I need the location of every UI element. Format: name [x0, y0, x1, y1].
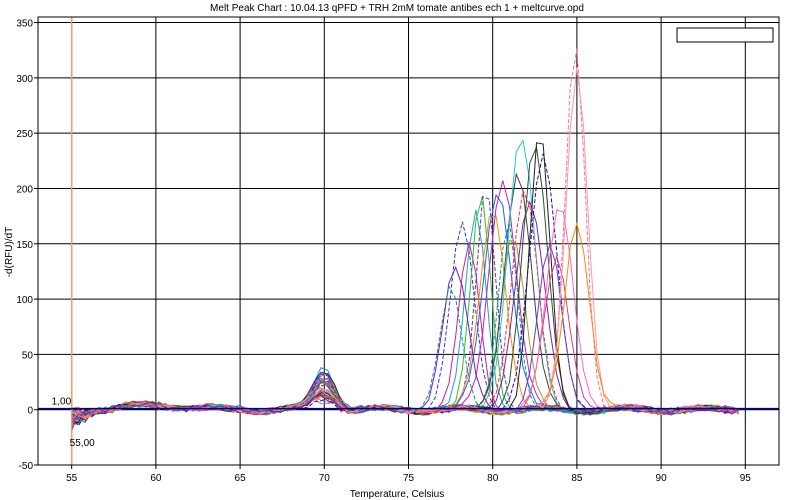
grid [38, 17, 779, 466]
series-line-peak [71, 285, 739, 419]
series-line-peak [71, 139, 739, 420]
series-line-peak [71, 193, 739, 416]
series-line-baseline [71, 378, 739, 421]
series-line-peak [71, 221, 739, 426]
series-line-peak [71, 67, 739, 419]
series-line-peak [71, 242, 739, 421]
series-line-peak [71, 209, 739, 419]
series-line-peak [71, 188, 739, 423]
x-tick-label: 75 [403, 473, 415, 484]
chart-title: Melt Peak Chart : 10.04.13 qPFD + TRH 2m… [210, 3, 584, 14]
series-line-peak [71, 221, 739, 420]
series-line-baseline [71, 381, 739, 424]
series-line-peak [71, 215, 739, 424]
x-tick-label: 60 [150, 473, 162, 484]
x-tick-label: 65 [235, 473, 247, 484]
series-line-peak [71, 239, 739, 424]
threshold-label: 1,00 [52, 397, 72, 408]
series-line-peak [71, 180, 739, 415]
y-axis-label: -d(RFU)/dT [4, 227, 15, 278]
y-tick-label: 250 [16, 129, 33, 140]
series-line-peak [71, 172, 739, 422]
series-line-peak [71, 200, 739, 421]
series-line-peak [71, 209, 739, 423]
x-tick-label: 80 [487, 473, 499, 484]
series-line-peak [71, 153, 739, 427]
series-line-baseline [71, 367, 739, 425]
y-tick-label: 50 [22, 350, 34, 361]
series-group [71, 48, 739, 432]
y-tick-label: 350 [16, 19, 33, 30]
series-line-peak [71, 221, 739, 418]
series-line-baseline [71, 377, 739, 431]
series-line-peak [71, 254, 739, 423]
legend-box [676, 27, 774, 43]
x-tick-label: 90 [656, 473, 668, 484]
series-line-baseline [71, 379, 739, 429]
series-line-peak [71, 265, 739, 424]
x-tick-label: 70 [319, 473, 331, 484]
x-tick-label: 95 [740, 473, 752, 484]
x-tick-label: 55 [66, 473, 78, 484]
melt-peak-chart: Melt Peak Chart : 10.04.13 qPFD + TRH 2m… [4, 3, 780, 500]
y-tick-label: 200 [16, 184, 33, 195]
series-line-peak [71, 48, 739, 420]
x-axis-label: Temperature, Celsius [350, 489, 444, 500]
y-tick-label: 300 [16, 74, 33, 85]
series-line-peak [71, 142, 739, 424]
y-tick-label: -50 [19, 461, 34, 472]
x-tick-label: 85 [571, 473, 583, 484]
series-line-baseline [71, 373, 739, 424]
series-line-peak [71, 196, 739, 419]
y-tick-label: 150 [16, 240, 33, 251]
y-tick-label: 100 [16, 295, 33, 306]
ticks: 55 60 65 70 75 80 85 90 95 -50 0 50 100 150 200 250 300 3… [16, 19, 751, 484]
start-marker-label: 55,00 [70, 438, 95, 449]
series-line-peak [71, 241, 739, 425]
y-tick-label: 0 [27, 406, 33, 417]
series-line-peak [71, 195, 739, 420]
